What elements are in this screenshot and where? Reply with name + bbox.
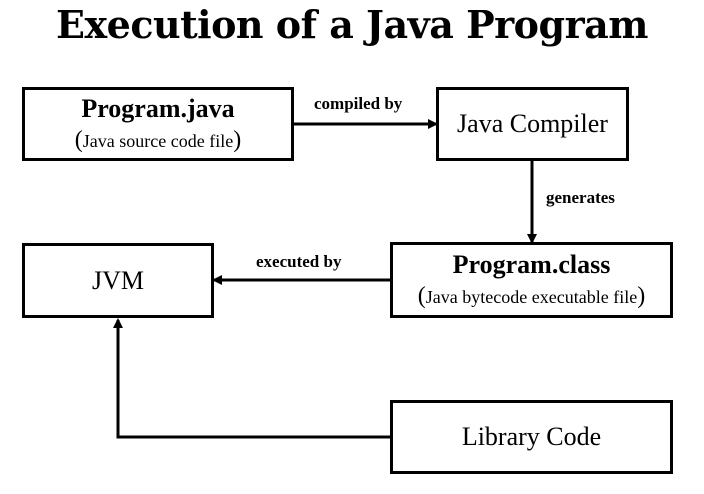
node-sublabel: (Java source code file): [74, 126, 242, 153]
node-java-compiler: Java Compiler: [436, 87, 629, 161]
node-label: Program.java: [81, 93, 235, 123]
edge-label-executed-by: executed by: [256, 252, 342, 271]
node-jvm: JVM: [22, 243, 214, 318]
arrow-library-to-jvm: [113, 318, 390, 439]
node-label: Library Code: [461, 422, 602, 452]
node-program-class: Program.class (Java bytecode executable …: [390, 242, 673, 318]
node-sublabel: (Java bytecode executable file): [417, 282, 646, 309]
node-library-code: Library Code: [390, 400, 673, 474]
node-label: Java Compiler: [457, 109, 608, 139]
edge-label-compiled-by: compiled by: [314, 94, 403, 113]
node-program-java: Program.java (Java source code file): [22, 87, 294, 161]
edge-label-generates: generates: [546, 188, 615, 207]
node-label: Program.class: [452, 249, 611, 279]
node-label: JVM: [91, 265, 144, 295]
